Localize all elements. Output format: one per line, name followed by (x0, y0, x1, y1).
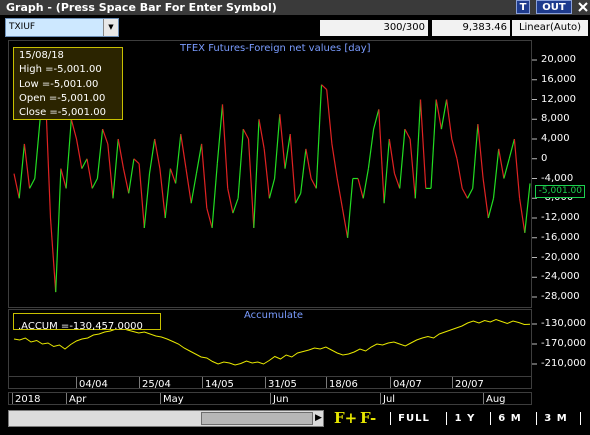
y-tick-label: -4,000 (541, 172, 574, 184)
out-button[interactable]: OUT (536, 0, 572, 14)
month-label: May (163, 394, 184, 405)
info-close: Close =-5,001.00 (19, 107, 106, 119)
month-label: Jun (273, 394, 289, 405)
date-separator (139, 377, 140, 388)
y-tick-label: 12,000 (541, 93, 576, 105)
main-chart-title: TFEX Futures-Foreign net values [day] (180, 43, 371, 54)
separator (490, 412, 491, 425)
date-label: 20/07 (455, 379, 484, 390)
y-tick-label: -24,000 (541, 271, 580, 283)
separator (390, 412, 391, 425)
accumulate-readout: .ACCUM =-130,457.0000 (13, 313, 161, 332)
y-tick-label: 8,000 (541, 113, 570, 125)
accumulate-value: .ACCUM =-130,457.0000 (18, 321, 143, 332)
scroll-right-icon[interactable]: ▶ (314, 412, 323, 425)
last-price: 9,383.46 (432, 20, 510, 36)
month-label: Jul (383, 394, 396, 405)
date-separator (452, 377, 453, 388)
close-icon (578, 2, 588, 12)
scale-mode[interactable]: Linear(Auto) (512, 20, 588, 36)
date-label: 04/04 (79, 379, 108, 390)
date-separator (12, 393, 13, 404)
chevron-down-icon[interactable]: ▼ (103, 19, 118, 36)
date-label: 31/05 (268, 379, 297, 390)
y-tick-label: -12,000 (541, 212, 580, 223)
y-tick-label: 16,000 (541, 73, 576, 85)
zoom-in-button[interactable]: F+ (334, 410, 357, 427)
separator (536, 412, 537, 425)
window-titlebar: Graph - (Press Space Bar For Enter Symbo… (0, 0, 590, 15)
y-tick-label: 20,000 (541, 54, 576, 65)
info-high: High =-5,001.00 (19, 64, 102, 76)
date-separator (270, 393, 271, 404)
1y-button[interactable]: 1 Y (452, 410, 478, 427)
accum-y-tick-label: -130,000 (541, 318, 586, 329)
y-tick-label: -20,000 (541, 251, 580, 263)
separator (446, 412, 447, 425)
info-date: 15/08/18 (19, 50, 64, 61)
t-button[interactable]: T (516, 0, 530, 14)
date-separator (265, 377, 266, 388)
month-label: Aug (486, 394, 506, 405)
window-title: Graph - (Press Space Bar For Enter Symbo… (6, 1, 277, 14)
info-open: Open =-5,001.00 (19, 92, 106, 104)
y-tick-label: -28,000 (541, 291, 580, 302)
date-separator (160, 393, 161, 404)
symbol-value: TXIUF (9, 22, 36, 32)
date-separator (66, 393, 67, 404)
date-label: 25/04 (142, 379, 171, 390)
month-label: Apr (69, 394, 87, 405)
bottom-bar: ▶ F+ F- FULL 1 Y 6 M 3 M (0, 408, 590, 435)
toolbar: TXIUF ▼ 300/300 9,383.46 Linear(Auto) (0, 17, 590, 39)
date-separator (483, 393, 484, 404)
accum-y-tick-label: -210,000 (541, 358, 586, 369)
bar-count: 300/300 (320, 20, 428, 36)
6m-button[interactable]: 6 M (496, 410, 524, 427)
y-tick-label: 4,000 (541, 133, 570, 144)
accum-y-tick-label: -170,000 (541, 338, 586, 349)
date-label: 18/06 (329, 379, 358, 390)
accumulate-title: Accumulate (244, 310, 304, 321)
y-tick-label: 0 (541, 152, 548, 164)
scrollbar-thumb[interactable] (201, 412, 313, 425)
info-low: Low =-5,001.00 (19, 78, 99, 90)
3m-button[interactable]: 3 M (542, 410, 570, 427)
date-separator (76, 377, 77, 388)
full-button[interactable]: FULL (396, 410, 432, 427)
close-button[interactable] (576, 0, 590, 14)
date-separator (326, 377, 327, 388)
y-tick-label: -16,000 (541, 231, 580, 243)
horizontal-scrollbar[interactable]: ▶ (8, 410, 324, 427)
zoom-out-button[interactable]: F- (360, 410, 376, 427)
last-value-badge: -5,001.00 (535, 185, 585, 198)
ohlc-info-box: 15/08/18 High =-5,001.00 Low =-5,001.00 … (13, 47, 123, 120)
date-label: 14/05 (205, 379, 234, 390)
date-separator (202, 377, 203, 388)
separator (580, 412, 581, 425)
symbol-input[interactable]: TXIUF ▼ (5, 18, 119, 37)
date-label: 04/07 (393, 379, 422, 390)
date-separator (390, 377, 391, 388)
date-separator (380, 393, 381, 404)
month-label: 2018 (15, 394, 41, 405)
